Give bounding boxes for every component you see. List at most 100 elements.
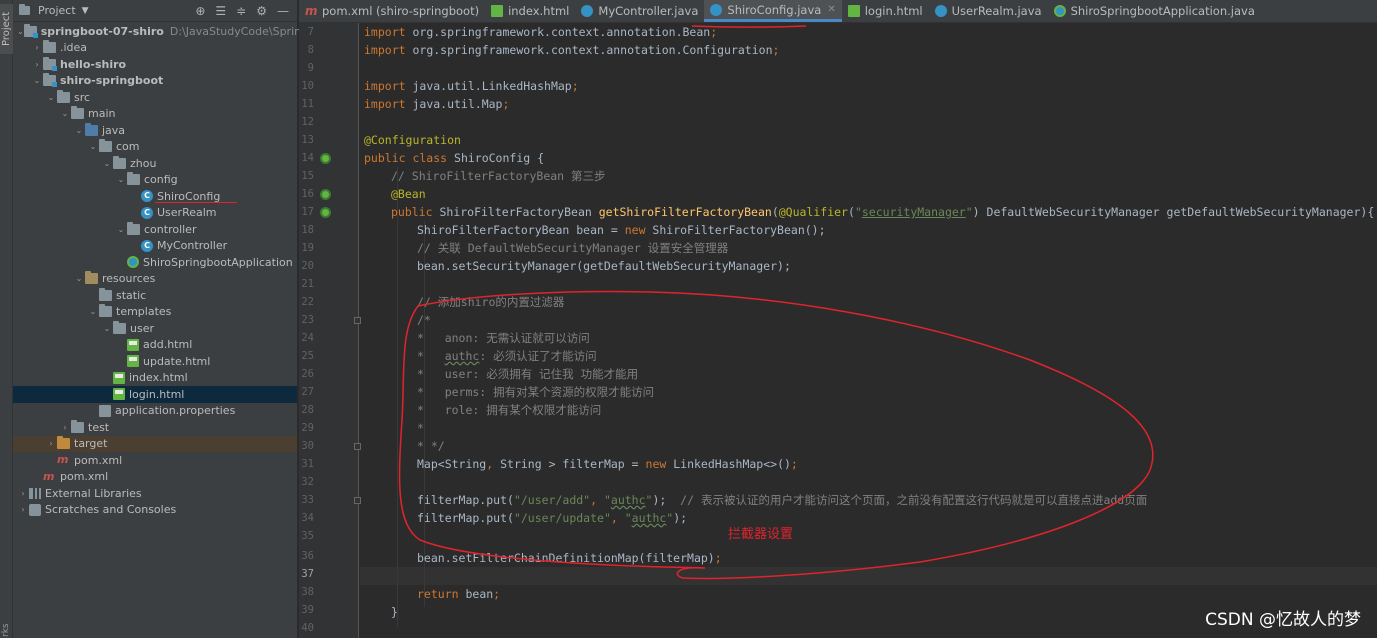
chevron-down-icon[interactable]: ⌄ (17, 27, 24, 36)
tree-item[interactable]: ⌄ springboot-07-shiro D:\JavaStudyCode\Spr… (13, 23, 333, 40)
code-line-14: public class ShiroConfig { (364, 151, 545, 165)
line-number: 7 (307, 26, 314, 38)
tree-item[interactable]: › Scratches and Consoles (13, 502, 297, 519)
tree-item-label: test (88, 420, 110, 434)
tree-item[interactable]: › External Libraries (13, 485, 297, 502)
chevron-down-icon[interactable]: ⌄ (73, 126, 85, 135)
editor-tab[interactable]: MyController.java✕ (575, 0, 704, 22)
chevron-down-icon[interactable]: ▼ (82, 6, 89, 16)
bean-method-gutter-icon[interactable] (320, 207, 331, 218)
tree-item[interactable]: ⌄ user (13, 320, 297, 337)
tree-item-label: java (102, 123, 126, 137)
collapse-all-icon[interactable]: ☰ (215, 4, 226, 18)
editor-tab[interactable]: ShiroSpringbootApplication.java✕ (1048, 0, 1261, 22)
tree-item[interactable]: › hello-shiro (13, 56, 297, 73)
close-icon[interactable]: ✕ (827, 4, 835, 15)
chevron-down-icon[interactable]: ⌄ (73, 274, 85, 283)
tree-item-label: main (88, 107, 116, 121)
code-line-24: * anon: 无需认证就可以访问 (417, 331, 590, 345)
tree-item[interactable]: ⌄ resources (13, 271, 297, 288)
tree-item[interactable]: › .idea (13, 40, 297, 57)
html-file-icon (127, 338, 139, 351)
tree-item[interactable]: static (13, 287, 297, 304)
tree-item[interactable]: C MyController (13, 238, 297, 255)
java-class-icon: C (141, 190, 153, 203)
code-line-13: @Configuration (364, 133, 461, 147)
html-file-icon (113, 371, 125, 384)
chevron-down-icon[interactable]: ⌄ (31, 76, 43, 85)
chevron-down-icon[interactable]: ⌄ (115, 175, 127, 184)
line-number: 12 (301, 116, 314, 128)
code-line-39: } (391, 605, 398, 619)
editor-tab[interactable]: ShiroConfig.java ✕ (704, 0, 842, 22)
chevron-right-icon[interactable]: › (59, 423, 71, 432)
chevron-down-icon[interactable]: ⌄ (101, 324, 113, 333)
tree-item[interactable]: ⌄ src (13, 89, 297, 106)
editor-tab[interactable]: UserRealm.java✕ (929, 0, 1048, 22)
line-number: 34 (301, 512, 314, 524)
code-line-16: @Bean (391, 187, 426, 201)
tree-item[interactable]: m pom.xml (13, 469, 297, 486)
class-gutter-icon[interactable] (320, 153, 331, 164)
editor-tab[interactable]: mpom.xml (shiro-springboot)✕ (299, 0, 485, 22)
chevron-down-icon[interactable]: ⌄ (59, 109, 71, 118)
tree-item[interactable]: ⌄ shiro-springboot (13, 73, 297, 90)
tree-item[interactable]: ⌄ config (13, 172, 297, 189)
code-editor[interactable]: 7 8 9 10 11 12 13 14 15 16 17 18 19 20 21 22 23 24 25 26 27 2… (299, 23, 1377, 638)
editor-tab[interactable]: index.html✕ (485, 0, 575, 22)
tree-item[interactable]: add.html (13, 337, 297, 354)
red-underline-shiroconfig (155, 202, 237, 203)
tree-item[interactable]: ShiroSpringbootApplication (13, 254, 297, 271)
tab-label: ShiroConfig.java (727, 2, 822, 17)
chevron-right-icon[interactable]: › (45, 439, 57, 448)
project-panel: Project ▼ ⊕ ☰ ≑ ⚙ — ⌄ springboot-07-shiro… (13, 0, 333, 638)
tree-item[interactable]: C UserRealm (13, 205, 297, 222)
gear-icon[interactable]: ⚙ (256, 4, 267, 18)
tree-item[interactable]: ⌄ java (13, 122, 297, 139)
code-area[interactable]: import org.springframework.context.annot… (360, 23, 1377, 638)
locate-file-icon[interactable]: ⊕ (195, 4, 205, 18)
tree-item-label: ShiroConfig (157, 189, 221, 203)
chevron-down-icon[interactable]: ⌄ (87, 142, 99, 151)
tree-item-label: UserRealm (157, 206, 217, 220)
current-line-highlight (360, 567, 1377, 585)
tree-item[interactable]: update.html (13, 353, 297, 370)
tree-item[interactable]: index.html (13, 370, 297, 387)
tree-item[interactable]: › test (13, 419, 297, 436)
chevron-right-icon[interactable]: › (17, 489, 29, 498)
tree-item[interactable]: ⌄ zhou (13, 155, 297, 172)
chevron-right-icon[interactable]: › (31, 60, 43, 69)
chevron-right-icon[interactable]: › (31, 43, 43, 52)
bean-gutter-icon[interactable] (320, 189, 331, 200)
tree-item[interactable]: application.properties (13, 403, 297, 420)
chevron-down-icon[interactable]: ⌄ (87, 307, 99, 316)
line-number: 27 (301, 386, 314, 398)
chevron-down-icon[interactable]: ⌄ (45, 93, 57, 102)
tree-item-label: target (74, 437, 108, 451)
tree-item-label: config (144, 173, 178, 187)
tree-item[interactable]: login.html (13, 386, 297, 403)
expand-all-icon[interactable]: ≑ (236, 4, 246, 18)
project-tool-window-button[interactable]: Project (0, 4, 13, 54)
code-line-19: // 关联 DefaultWebSecurityManager 设置安全管理器 (417, 241, 729, 255)
tree-item[interactable]: ⌄ com (13, 139, 297, 156)
tree-item[interactable]: ⌄ controller (13, 221, 297, 238)
code-line-36: bean.setFilterChainDefinitionMap(filterM… (417, 551, 722, 565)
chevron-down-icon[interactable]: ⌄ (101, 159, 113, 168)
chevron-down-icon[interactable]: ⌄ (115, 225, 127, 234)
structure-tool-window-button[interactable]: rks (0, 615, 13, 637)
chevron-right-icon[interactable]: › (17, 505, 29, 514)
tree-item[interactable]: ⌄ main (13, 106, 297, 123)
project-view-title[interactable]: Project (38, 4, 76, 17)
tree-item[interactable]: m pom.xml (13, 452, 297, 469)
tab-label: index.html (508, 4, 570, 18)
editor-tab-bar: mpom.xml (shiro-springboot)✕index.html✕M… (299, 0, 1377, 23)
hide-icon[interactable]: — (277, 4, 289, 18)
java-class-icon: C (141, 206, 153, 219)
tree-item-label: application.properties (115, 404, 236, 418)
tree-item[interactable]: › target (13, 435, 297, 452)
code-line-25: * authc: 必须认证了才能访问 (417, 349, 597, 363)
editor-tab[interactable]: login.html✕ (842, 0, 929, 22)
tree-item[interactable]: ⌄ templates (13, 304, 297, 321)
code-line-33: filterMap.put("/user/add", "authc"); // … (417, 493, 1148, 507)
